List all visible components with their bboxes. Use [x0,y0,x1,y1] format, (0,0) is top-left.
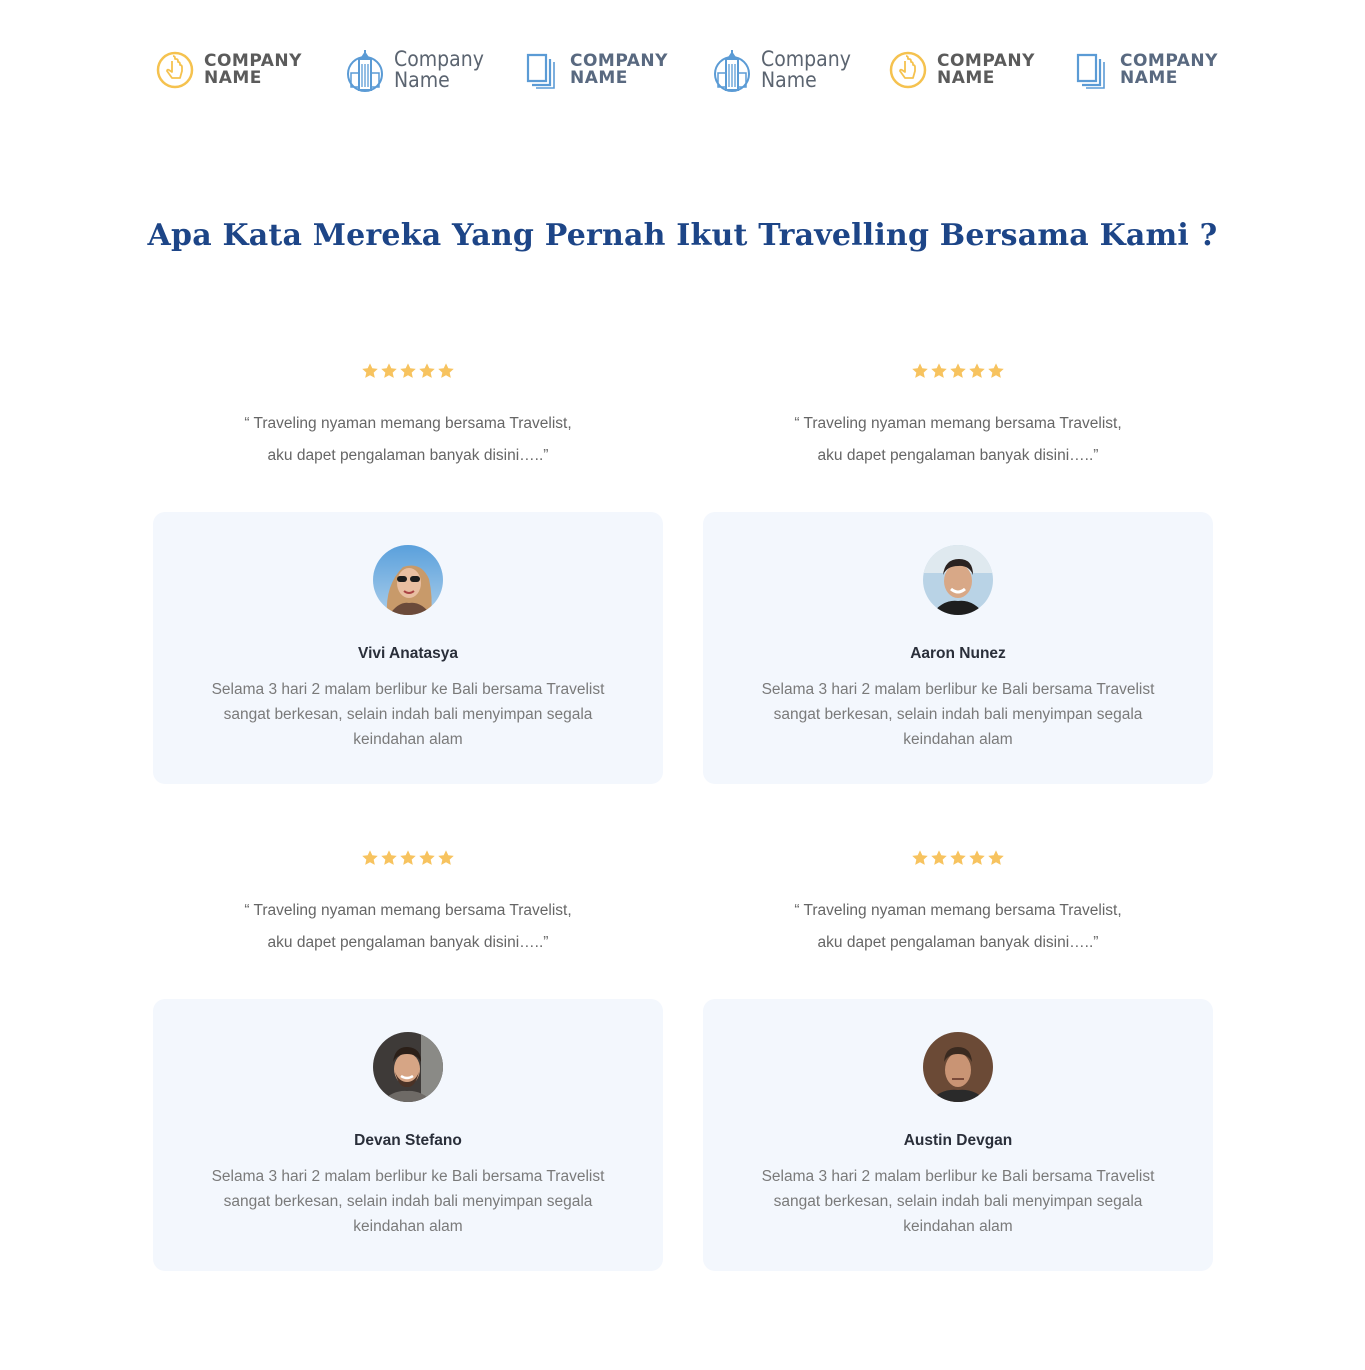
star-icon [931,850,947,865]
rating-stars [153,362,663,384]
quote-line1: “ Traveling nyaman memang bersama Travel… [794,902,1122,919]
quote-line2: aku dapet pengalaman banyak disini…..” [817,447,1099,464]
star-icon [988,363,1004,378]
logo-line2: NAME [1120,68,1178,88]
testimonial-quote: “ Traveling nyaman memang bersama Travel… [153,408,663,472]
review-text: Selama 3 hari 2 malam berlibur ke Bali b… [211,681,605,748]
star-icon [362,363,378,378]
quote-line1: “ Traveling nyaman memang bersama Travel… [794,415,1122,432]
logo-line2: Name [761,68,817,92]
star-icon [931,363,947,378]
rating-stars [703,849,1213,871]
star-icon [988,850,1004,865]
review-text: Selama 3 hari 2 malam berlibur ke Bali b… [211,1168,605,1235]
star-icon [438,363,454,378]
partner-logo-2[interactable]: Company Name [344,40,484,100]
quote-line1: “ Traveling nyaman memang bersama Travel… [244,902,572,919]
star-icon [969,363,985,378]
testimonial-quote: “ Traveling nyaman memang bersama Travel… [703,408,1213,472]
logo-line2: NAME [204,68,262,88]
star-icon [400,850,416,865]
rating-stars [703,362,1213,384]
avatar [373,1032,443,1102]
star-icon [419,850,435,865]
testimonial-4: “ Traveling nyaman memang bersama Travel… [703,849,1213,1271]
pointer-circle-icon [887,49,929,91]
testimonial-2: “ Traveling nyaman memang bersama Travel… [703,362,1213,784]
star-icon [381,850,397,865]
testimonial-card: Devan Stefano Selama 3 hari 2 malam berl… [153,999,663,1271]
quote-line2: aku dapet pengalaman banyak disini…..” [267,447,549,464]
building-globe-icon [711,49,753,92]
review-text: Selama 3 hari 2 malam berlibur ke Bali b… [761,1168,1155,1235]
avatar [923,545,993,615]
building-globe-icon [344,49,386,92]
logo-line1: Company [761,47,851,71]
partner-logo-1[interactable]: COMPANY NAME [154,40,302,100]
reviewer-name: Vivi Anatasya [358,645,458,662]
avatar [373,545,443,615]
reviewer-name: Aaron Nunez [910,645,1006,662]
stacked-pages-icon [1070,49,1112,91]
logo-line2: NAME [937,68,995,88]
partner-logo-6[interactable]: COMPANY NAME [1070,40,1218,100]
quote-line2: aku dapet pengalaman banyak disini…..” [267,934,549,951]
star-icon [950,850,966,865]
star-icon [438,850,454,865]
testimonial-quote: “ Traveling nyaman memang bersama Travel… [703,895,1213,959]
star-icon [950,363,966,378]
partner-logos: COMPANY NAME Company Name COMPANY NAME C… [150,40,1218,100]
testimonial-card: Austin Devgan Selama 3 hari 2 malam berl… [703,999,1213,1271]
testimonial-3: “ Traveling nyaman memang bersama Travel… [153,849,663,1271]
rating-stars [153,849,663,871]
testimonial-card: Aaron Nunez Selama 3 hari 2 malam berlib… [703,512,1213,784]
quote-line2: aku dapet pengalaman banyak disini…..” [817,934,1099,951]
avatar [923,1032,993,1102]
star-icon [381,363,397,378]
logo-line2: Name [394,68,450,92]
testimonial-card: Vivi Anatasya Selama 3 hari 2 malam berl… [153,512,663,784]
partner-logo-4[interactable]: Company Name [711,40,851,100]
star-icon [362,850,378,865]
stacked-pages-icon [520,49,562,91]
star-icon [912,850,928,865]
testimonial-quote: “ Traveling nyaman memang bersama Travel… [153,895,663,959]
section-title: Apa Kata Mereka Yang Pernah Ikut Travell… [147,218,1218,253]
star-icon [419,363,435,378]
testimonial-1: “ Traveling nyaman memang bersama Travel… [153,362,663,784]
partner-logo-3[interactable]: COMPANY NAME [520,40,668,100]
star-icon [969,850,985,865]
pointer-circle-icon [154,49,196,91]
reviewer-name: Devan Stefano [354,1132,462,1149]
logo-line2: NAME [570,68,628,88]
star-icon [912,363,928,378]
logo-line1: Company [394,47,484,71]
reviewer-name: Austin Devgan [903,1132,1013,1149]
review-text: Selama 3 hari 2 malam berlibur ke Bali b… [761,681,1155,748]
partner-logo-5[interactable]: COMPANY NAME [887,40,1035,100]
quote-line1: “ Traveling nyaman memang bersama Travel… [244,415,572,432]
star-icon [400,363,416,378]
